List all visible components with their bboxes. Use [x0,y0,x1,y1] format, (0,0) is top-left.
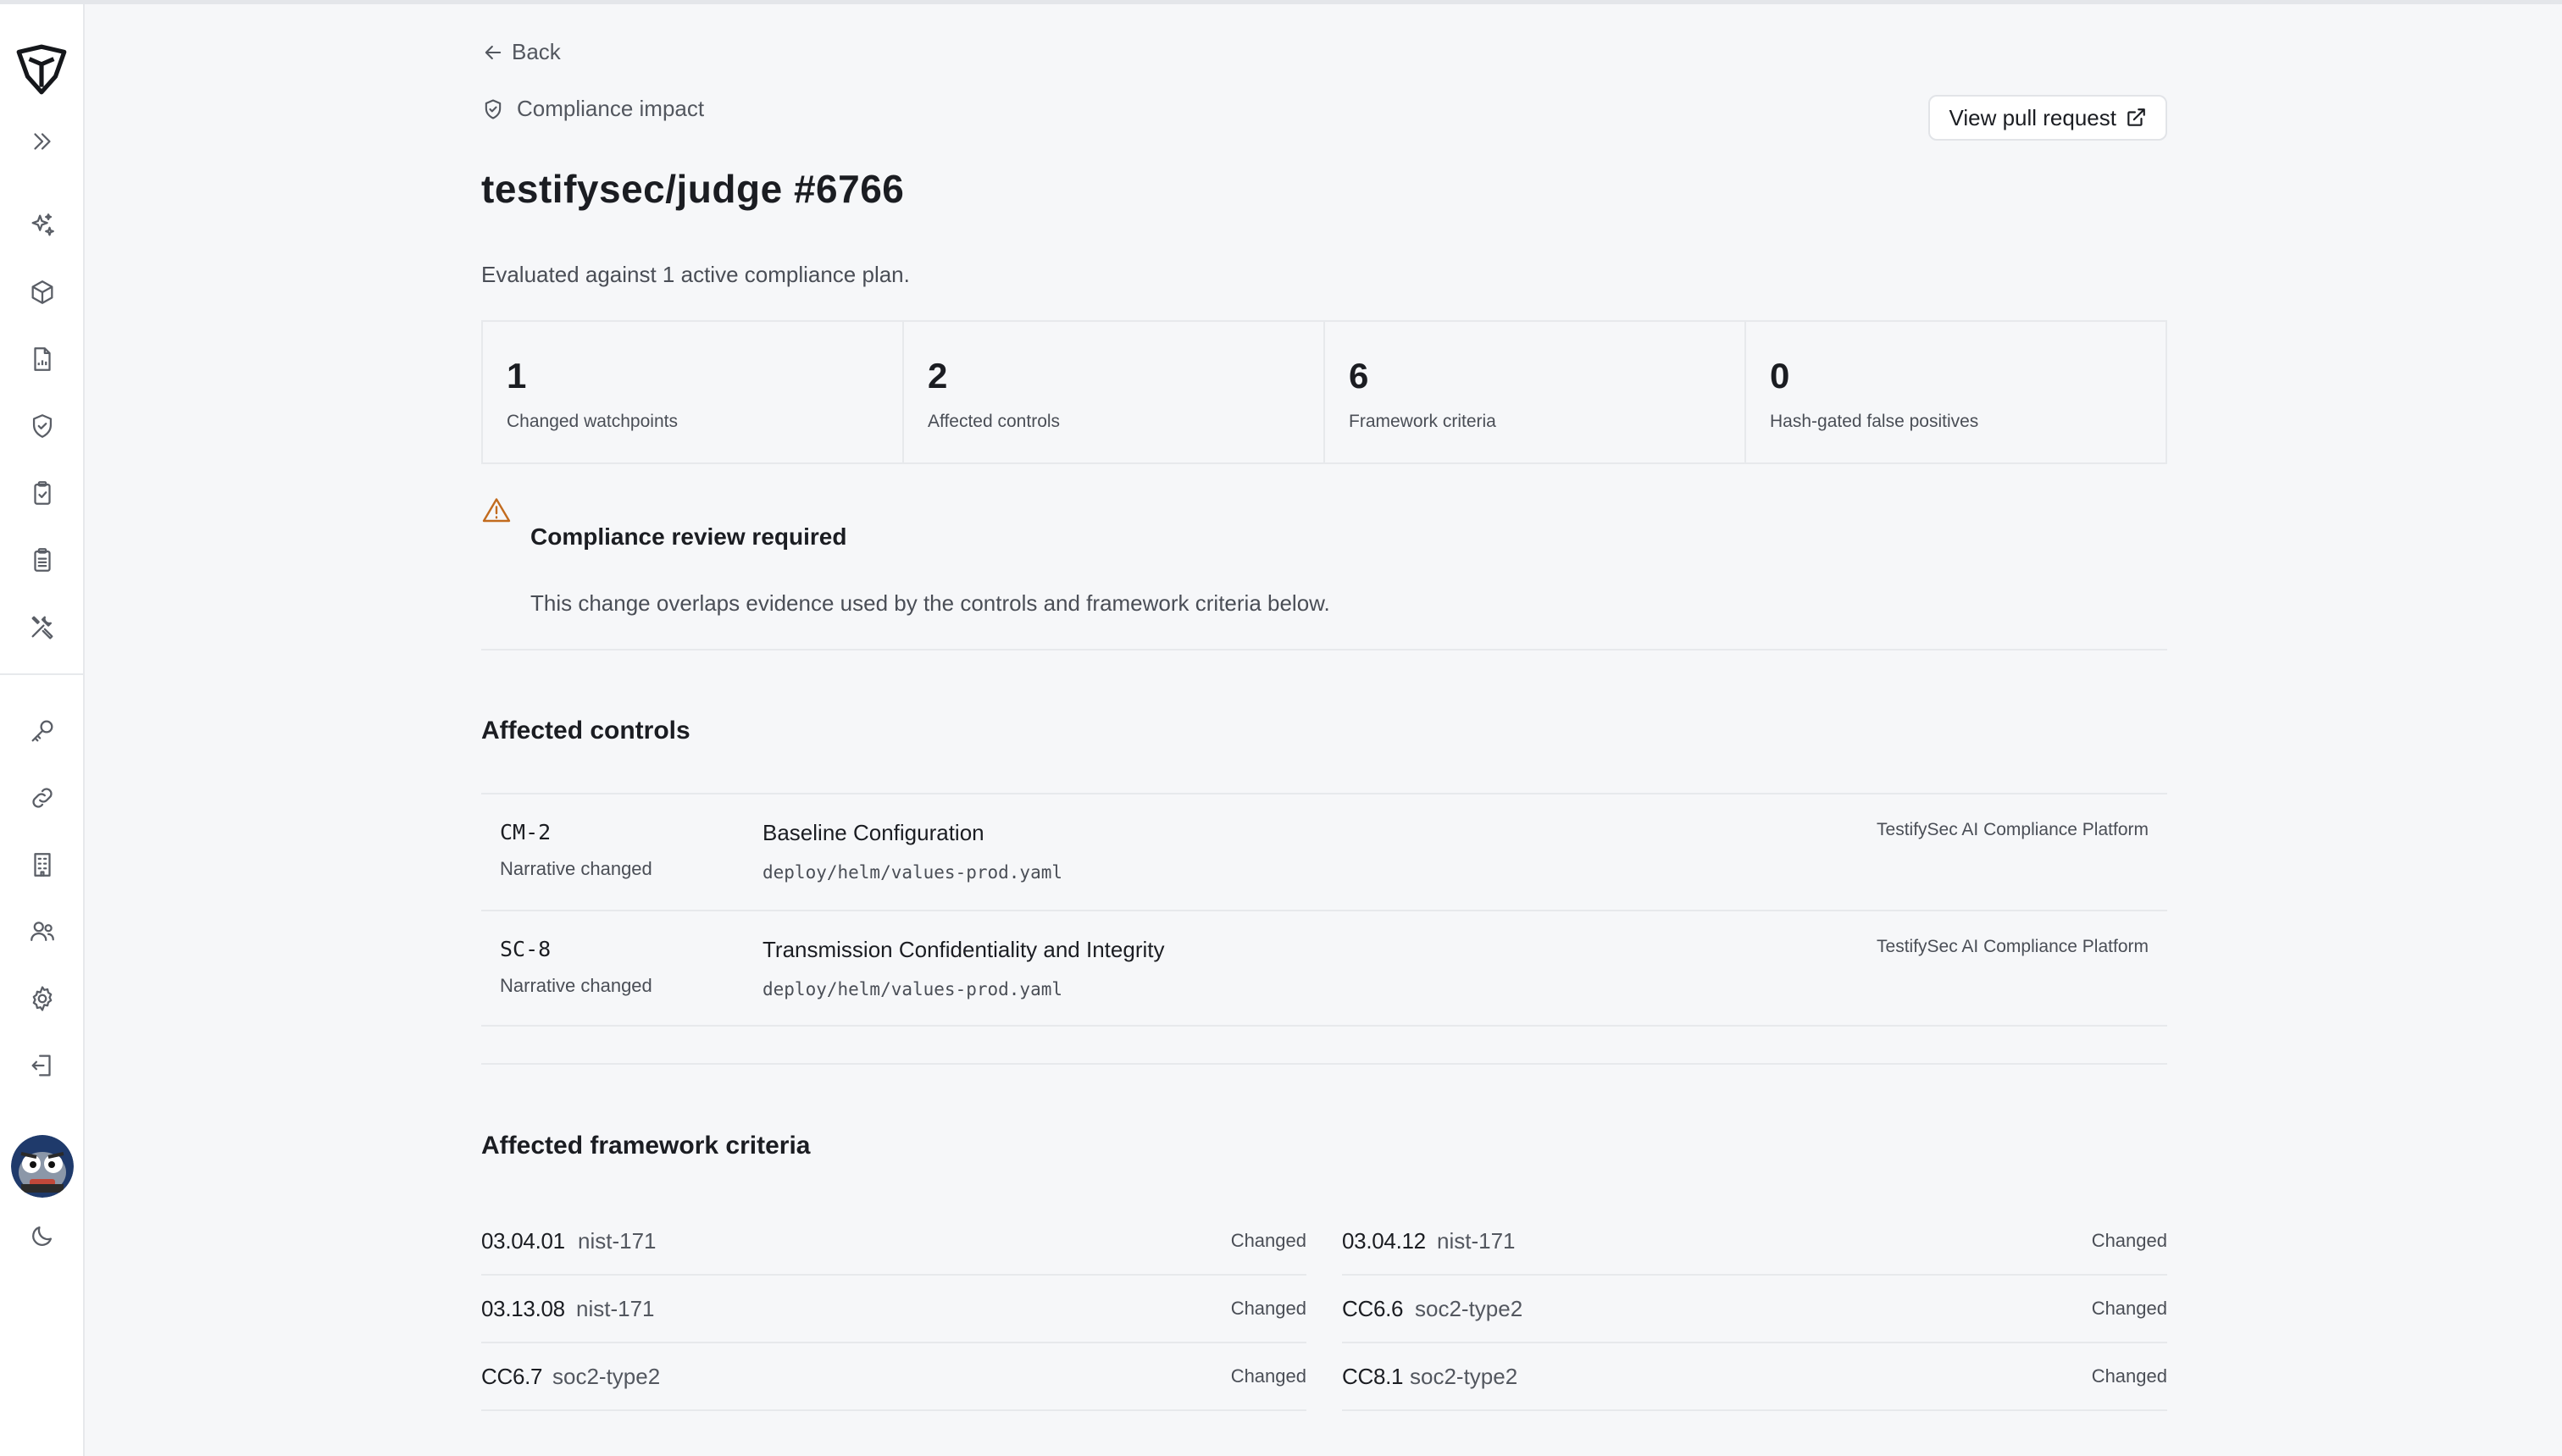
stat-value: 6 [1349,356,1369,396]
shield-check-icon [485,98,502,119]
link-icon[interactable] [22,778,63,818]
stat-label: Hash-gated false positives [1770,412,1979,431]
criteria-status: Changed [1230,1230,1306,1251]
sparkles-icon[interactable] [22,205,63,246]
criteria-status: Changed [2091,1298,2167,1319]
eyebrow: Compliance impact [481,96,704,122]
criteria-framework: soc2-type2 [1410,1364,1518,1389]
control-name: Baseline Configuration [762,820,984,845]
cube-icon[interactable] [22,272,63,313]
stat-label: Changed watchpoints [507,412,678,431]
stat-value: 0 [1770,356,1790,396]
control-id: SC-8 [500,937,552,961]
criteria-framework: soc2-type2 [1415,1296,1523,1321]
control-platform: TestifySec AI Compliance Platform [1877,820,2149,839]
criteria-item[interactable]: CC6.7 soc2-type2 Changed [481,1343,1306,1411]
criteria-status: Changed [1230,1298,1306,1319]
criteria-id: CC6.6 [1342,1296,1404,1321]
stat-hash-gated-false-positives: 0 Hash-gated false positives [1746,322,2166,462]
control-status: Narrative changed [500,975,652,996]
alert-title: Compliance review required [530,523,847,550]
arrow-left-icon [485,45,502,59]
view-pull-request-button[interactable]: View pull request [1928,95,2167,141]
clipboard-check-icon[interactable] [22,473,63,513]
stat-changed-watchpoints: 1 Changed watchpoints [483,322,904,462]
criteria-id: 03.04.01 [481,1228,565,1254]
sidebar [0,4,85,1456]
criteria-framework: nist-171 [1437,1228,1516,1254]
control-row[interactable]: SC-8 Narrative changed Transmission Conf… [481,911,2167,1027]
criteria-status: Changed [1230,1365,1306,1387]
stat-label: Affected controls [928,412,1061,431]
criteria-status: Changed [2091,1230,2167,1251]
logo-icon[interactable] [14,42,69,97]
users-icon[interactable] [22,911,63,952]
stat-value: 1 [507,356,527,396]
sidebar-divider [0,673,85,675]
criteria-status: Changed [2091,1365,2167,1387]
control-platform: TestifySec AI Compliance Platform [1877,937,2149,956]
criteria-framework: nist-171 [576,1296,655,1321]
control-row[interactable]: CM-2 Narrative changed Baseline Configur… [481,794,2167,910]
stats-grid: 1 Changed watchpoints 2 Affected control… [481,320,2167,464]
criteria-item[interactable]: 03.04.12 nist-171 Changed [1342,1208,2167,1276]
external-link-icon [2127,108,2145,126]
criteria-id: 03.04.12 [1342,1228,1426,1254]
document-chart-icon[interactable] [22,339,63,379]
tools-icon[interactable] [22,606,63,647]
clipboard-list-icon[interactable] [22,540,63,580]
criteria-item[interactable]: 03.04.01 nist-171 Changed [481,1208,1306,1276]
control-path: deploy/helm/values-prod.yaml [762,979,1063,999]
control-path: deploy/helm/values-prod.yaml [762,862,1063,883]
criteria-id: 03.13.08 [481,1296,565,1321]
page-title: testifysec/judge #6766 [481,167,905,211]
warning-icon [481,495,512,526]
logout-icon[interactable] [22,1045,63,1086]
eyebrow-label: Compliance impact [517,96,705,121]
gear-icon[interactable] [22,978,63,1019]
key-icon[interactable] [22,711,63,751]
criteria-framework: soc2-type2 [552,1364,661,1389]
stat-value: 2 [928,356,948,396]
moon-icon[interactable] [22,1215,63,1256]
building-icon[interactable] [22,844,63,885]
main-content: Back Compliance impact View pull request… [481,0,2167,1456]
avatar[interactable] [11,1135,74,1198]
criteria-id: CC6.7 [481,1364,543,1389]
alert-body: This change overlaps evidence used by th… [530,590,1330,616]
view-pull-request-label: View pull request [1949,104,2116,130]
criteria-item[interactable]: CC8.1 soc2-type2 Changed [1342,1343,2167,1411]
criteria-id: CC8.1 [1342,1364,1404,1389]
control-name: Transmission Confidentiality and Integri… [762,937,1165,962]
criteria-framework: nist-171 [578,1228,657,1254]
control-status: Narrative changed [500,858,652,879]
affected-criteria-title: Affected framework criteria [481,1132,811,1160]
control-id: CM-2 [500,820,552,844]
shield-check-icon[interactable] [22,406,63,446]
divider [481,1063,2167,1065]
criteria-item[interactable]: CC6.6 soc2-type2 Changed [1342,1276,2167,1343]
stat-affected-controls: 2 Affected controls [904,322,1325,462]
affected-controls-title: Affected controls [481,717,690,745]
divider [481,1025,2167,1027]
back-link[interactable]: Back [481,39,561,65]
expand-icon[interactable] [22,121,63,162]
stat-framework-criteria: 6 Framework criteria [1325,322,1746,462]
divider [481,649,2167,650]
criteria-item[interactable]: 03.13.08 nist-171 Changed [481,1276,1306,1343]
page-subtitle: Evaluated against 1 active compliance pl… [481,262,910,287]
stat-label: Framework criteria [1349,412,1496,431]
back-label: Back [512,39,561,64]
